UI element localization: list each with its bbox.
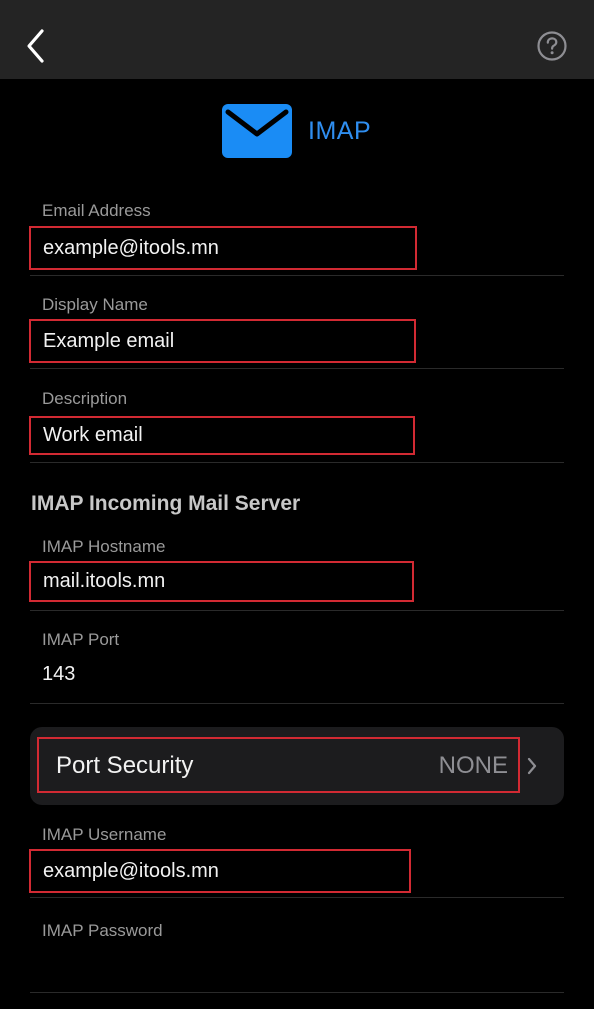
port-security-value: NONE bbox=[438, 752, 508, 779]
divider bbox=[30, 462, 564, 463]
top-navigation-bar bbox=[0, 0, 594, 79]
imap-hostname-field[interactable]: mail.itools.mn bbox=[29, 561, 414, 602]
description-field[interactable]: Work email bbox=[29, 416, 415, 455]
email-address-field[interactable]: example@itools.mn bbox=[29, 226, 417, 270]
question-circle-icon bbox=[537, 31, 567, 61]
account-type-title: IMAP bbox=[308, 117, 372, 145]
help-button[interactable] bbox=[536, 30, 568, 62]
imap-username-field[interactable]: example@itools.mn bbox=[29, 849, 411, 893]
description-label: Description bbox=[42, 389, 128, 408]
divider bbox=[30, 368, 564, 369]
divider bbox=[30, 610, 564, 611]
divider bbox=[30, 703, 564, 704]
divider bbox=[30, 275, 564, 276]
display-name-label: Display Name bbox=[42, 295, 148, 314]
email-address-label: Email Address bbox=[42, 201, 151, 220]
back-button[interactable] bbox=[18, 24, 54, 68]
divider bbox=[30, 897, 564, 898]
incoming-mail-server-heading: IMAP Incoming Mail Server bbox=[31, 492, 301, 515]
port-security-row[interactable]: Port Security NONE bbox=[30, 727, 564, 805]
imap-password-label: IMAP Password bbox=[42, 921, 163, 940]
envelope-icon bbox=[222, 104, 292, 158]
chevron-left-icon bbox=[27, 29, 44, 63]
port-security-highlight: Port Security NONE bbox=[37, 737, 520, 793]
divider bbox=[30, 992, 564, 993]
display-name-field[interactable]: Example email bbox=[29, 319, 416, 363]
chevron-right-icon bbox=[527, 757, 537, 775]
imap-port-label: IMAP Port bbox=[42, 630, 120, 649]
imap-hostname-label: IMAP Hostname bbox=[42, 537, 166, 556]
port-security-label: Port Security bbox=[56, 752, 194, 779]
imap-password-field[interactable] bbox=[29, 945, 329, 989]
imap-port-field[interactable]: 143 bbox=[29, 654, 329, 698]
imap-username-label: IMAP Username bbox=[42, 825, 167, 844]
